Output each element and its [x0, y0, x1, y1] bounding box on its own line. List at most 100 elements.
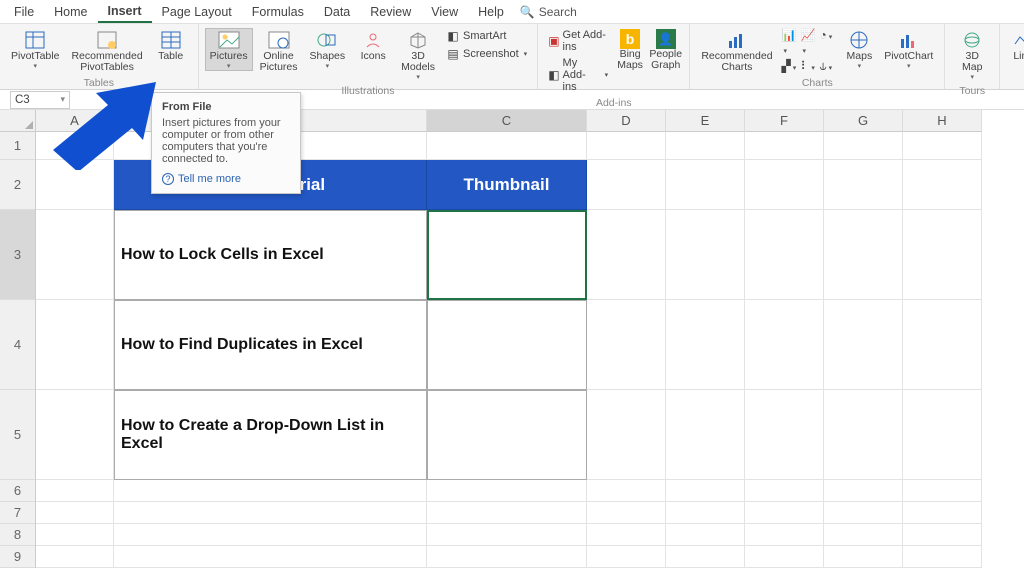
chart-combo-icon[interactable]: ⫝▾ [820, 59, 838, 74]
cell-f7[interactable] [745, 502, 824, 524]
cell-g2[interactable] [824, 160, 903, 210]
cell-f8[interactable] [745, 524, 824, 546]
cell-g7[interactable] [824, 502, 903, 524]
cell-d7[interactable] [587, 502, 666, 524]
cell-g1[interactable] [824, 132, 903, 160]
cell-h3[interactable] [903, 210, 982, 300]
cell-e9[interactable] [666, 546, 745, 568]
cell-a8[interactable] [36, 524, 114, 546]
cell-c4[interactable] [427, 300, 587, 390]
tab-pagelayout[interactable]: Page Layout [152, 0, 242, 23]
cell-h4[interactable] [903, 300, 982, 390]
tab-home[interactable]: Home [44, 0, 97, 23]
chart-bar-icon[interactable]: 📊▾ [782, 28, 800, 56]
tab-formulas[interactable]: Formulas [242, 0, 314, 23]
chart-pie-icon[interactable]: ◔▾ [820, 28, 838, 56]
tab-insert[interactable]: Insert [98, 0, 152, 23]
cell-c2[interactable]: Thumbnail [427, 160, 587, 210]
cell-d1[interactable] [587, 132, 666, 160]
cell-d3[interactable] [587, 210, 666, 300]
cell-a3[interactable] [36, 210, 114, 300]
cell-d9[interactable] [587, 546, 666, 568]
cell-h2[interactable] [903, 160, 982, 210]
screenshot-button[interactable]: ▤Screenshot▾ [442, 46, 531, 62]
row-header-2[interactable]: 2 [0, 160, 35, 210]
cell-c3[interactable] [427, 210, 587, 300]
col-header-e[interactable]: E [666, 110, 745, 132]
tab-review[interactable]: Review [360, 0, 421, 23]
tab-data[interactable]: Data [314, 0, 360, 23]
cell-a6[interactable] [36, 480, 114, 502]
tab-help[interactable]: Help [468, 0, 514, 23]
chart-area-icon[interactable]: ▞▾ [782, 59, 800, 74]
recommended-charts-button[interactable]: Recommended Charts [696, 28, 777, 74]
cell-c6[interactable] [427, 480, 587, 502]
tab-file[interactable]: File [4, 0, 44, 23]
3d-models-button[interactable]: 3D Models▾ [396, 28, 440, 82]
pictures-button[interactable]: Pictures▾ [205, 28, 253, 71]
row-header-5[interactable]: 5 [0, 390, 35, 480]
col-header-h[interactable]: H [903, 110, 982, 132]
cell-b4[interactable]: How to Find Duplicates in Excel [114, 300, 427, 390]
cell-e8[interactable] [666, 524, 745, 546]
cell-h9[interactable] [903, 546, 982, 568]
cell-d2[interactable] [587, 160, 666, 210]
cell-a7[interactable] [36, 502, 114, 524]
cell-c8[interactable] [427, 524, 587, 546]
maps-button[interactable]: Maps▾ [842, 28, 878, 71]
row-header-9[interactable]: 9 [0, 546, 35, 568]
cell-d4[interactable] [587, 300, 666, 390]
cell-f5[interactable] [745, 390, 824, 480]
cell-h5[interactable] [903, 390, 982, 480]
sparkline-line-button[interactable]: Line [1006, 28, 1024, 63]
cell-e7[interactable] [666, 502, 745, 524]
cell-a4[interactable] [36, 300, 114, 390]
row-header-6[interactable]: 6 [0, 480, 35, 502]
cell-f9[interactable] [745, 546, 824, 568]
row-header-3[interactable]: 3 [0, 210, 35, 300]
cell-b9[interactable] [114, 546, 427, 568]
cell-g8[interactable] [824, 524, 903, 546]
cell-g4[interactable] [824, 300, 903, 390]
tooltip-tell-me-more[interactable]: ? Tell me more [162, 173, 290, 185]
cell-g5[interactable] [824, 390, 903, 480]
cell-e3[interactable] [666, 210, 745, 300]
chart-scatter-icon[interactable]: ⠇▾ [801, 59, 819, 74]
cell-e2[interactable] [666, 160, 745, 210]
bing-maps-button[interactable]: b Bing Maps [614, 28, 646, 72]
cell-h7[interactable] [903, 502, 982, 524]
table-button[interactable]: Table [150, 28, 192, 63]
recommended-pivot-button[interactable]: Recommended PivotTables [66, 28, 147, 74]
cell-f1[interactable] [745, 132, 824, 160]
cell-c9[interactable] [427, 546, 587, 568]
cell-a9[interactable] [36, 546, 114, 568]
cell-g6[interactable] [824, 480, 903, 502]
cell-d8[interactable] [587, 524, 666, 546]
cell-b8[interactable] [114, 524, 427, 546]
row-header-4[interactable]: 4 [0, 300, 35, 390]
cell-c5[interactable] [427, 390, 587, 480]
cell-b7[interactable] [114, 502, 427, 524]
people-graph-button[interactable]: 👤 People Graph [648, 28, 683, 72]
cell-b3[interactable]: How to Lock Cells in Excel [114, 210, 427, 300]
cell-h1[interactable] [903, 132, 982, 160]
cell-g9[interactable] [824, 546, 903, 568]
cell-c7[interactable] [427, 502, 587, 524]
cell-c1[interactable] [427, 132, 587, 160]
smartart-button[interactable]: ◧SmartArt [442, 28, 531, 44]
icons-button[interactable]: Icons [352, 28, 394, 63]
cell-e6[interactable] [666, 480, 745, 502]
cell-h8[interactable] [903, 524, 982, 546]
pivotchart-button[interactable]: PivotChart▾ [879, 28, 938, 71]
tab-view[interactable]: View [421, 0, 468, 23]
row-header-7[interactable]: 7 [0, 502, 35, 524]
select-all-triangle[interactable] [0, 110, 36, 132]
cell-e5[interactable] [666, 390, 745, 480]
cell-f4[interactable] [745, 300, 824, 390]
col-header-c[interactable]: C [427, 110, 587, 132]
cell-g3[interactable] [824, 210, 903, 300]
col-header-g[interactable]: G [824, 110, 903, 132]
cell-b5[interactable]: How to Create a Drop-Down List in Excel [114, 390, 427, 480]
cell-a5[interactable] [36, 390, 114, 480]
chart-line-icon[interactable]: 📈▾ [801, 28, 819, 56]
